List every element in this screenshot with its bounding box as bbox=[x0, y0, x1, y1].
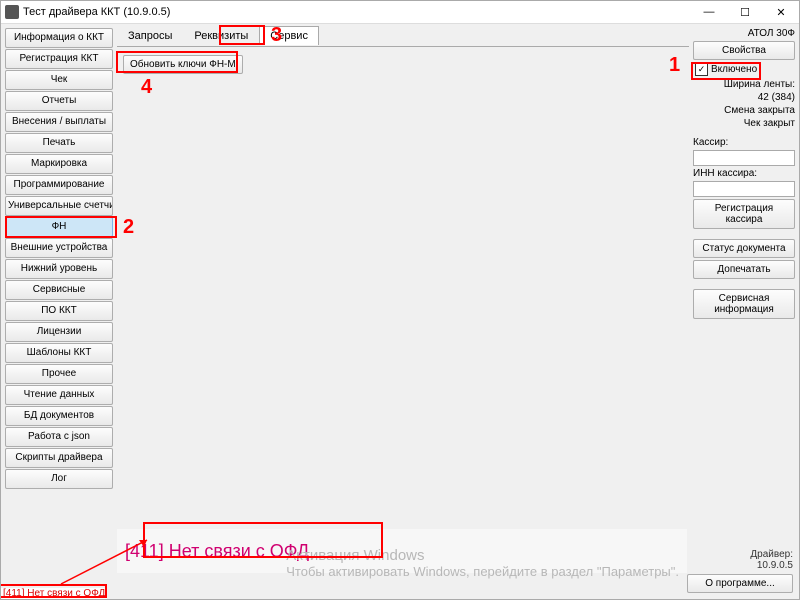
maximize-button[interactable]: ☐ bbox=[727, 1, 763, 23]
center-panel: ЗапросыРеквизитыСервис Обновить ключи ФН… bbox=[117, 24, 689, 599]
sidebar-item-5[interactable]: Печать bbox=[5, 133, 113, 153]
sidebar-item-8[interactable]: Универсальные счетчики bbox=[5, 196, 113, 216]
sidebar-item-13[interactable]: ПО ККТ bbox=[5, 301, 113, 321]
sidebar-item-19[interactable]: Работа с json bbox=[5, 427, 113, 447]
footer-error: [411] Нет связи с ОФД bbox=[1, 588, 107, 599]
sidebar-item-15[interactable]: Шаблоны ККТ bbox=[5, 343, 113, 363]
close-button[interactable]: ✕ bbox=[763, 1, 799, 23]
driver-info: Драйвер: 10.9.0.5 bbox=[750, 549, 793, 571]
device-label: АТОЛ 30Ф bbox=[693, 28, 795, 39]
service-info-button[interactable]: Сервисная информация bbox=[693, 289, 795, 319]
tab-strip: ЗапросыРеквизитыСервис bbox=[117, 26, 319, 45]
right-sidebar: АТОЛ 30Ф Свойства ✓ Включено Ширина лент… bbox=[689, 24, 799, 599]
sidebar-item-20[interactable]: Скрипты драйвера bbox=[5, 448, 113, 468]
status-message: [411] Нет связи с ОФД bbox=[125, 541, 309, 562]
body: Информация о ККТРегистрация ККТЧекОтчеты… bbox=[1, 24, 799, 599]
tab-2[interactable]: Сервис bbox=[259, 26, 319, 45]
tab-0[interactable]: Запросы bbox=[117, 26, 183, 45]
app-window: Тест драйвера ККТ (10.9.0.5) — ☐ ✕ Инфор… bbox=[0, 0, 800, 600]
status-bar: [411] Нет связи с ОФД bbox=[117, 529, 687, 573]
sidebar-item-17[interactable]: Чтение данных bbox=[5, 385, 113, 405]
window-title: Тест драйвера ККТ (10.9.0.5) bbox=[23, 6, 691, 18]
enabled-checkbox-row[interactable]: ✓ Включено bbox=[693, 62, 795, 77]
reprint-button[interactable]: Допечатать bbox=[693, 260, 795, 279]
cashier-label: Кассир: bbox=[693, 137, 795, 148]
tab-1[interactable]: Реквизиты bbox=[183, 26, 259, 45]
sidebar-item-11[interactable]: Нижний уровень bbox=[5, 259, 113, 279]
titlebar: Тест драйвера ККТ (10.9.0.5) — ☐ ✕ bbox=[1, 1, 799, 24]
sidebar-item-3[interactable]: Отчеты bbox=[5, 91, 113, 111]
sidebar-item-9[interactable]: ФН bbox=[5, 217, 113, 237]
enabled-label: Включено bbox=[711, 64, 757, 75]
sidebar-item-0[interactable]: Информация о ККТ bbox=[5, 28, 113, 48]
minimize-button[interactable]: — bbox=[691, 1, 727, 23]
cashier-input[interactable] bbox=[693, 150, 795, 166]
cashier-inn-label: ИНН кассира: bbox=[693, 168, 795, 179]
tab-page-service: Обновить ключи ФН-М bbox=[117, 46, 689, 599]
about-button[interactable]: О программе... bbox=[687, 574, 793, 593]
app-icon bbox=[5, 5, 19, 19]
sidebar-item-16[interactable]: Прочее bbox=[5, 364, 113, 384]
sidebar-item-12[interactable]: Сервисные bbox=[5, 280, 113, 300]
sidebar-item-6[interactable]: Маркировка bbox=[5, 154, 113, 174]
sidebar-item-7[interactable]: Программирование bbox=[5, 175, 113, 195]
enabled-checkbox[interactable]: ✓ bbox=[695, 63, 708, 76]
tape-width-label: Ширина ленты: bbox=[693, 79, 795, 90]
shift-state-label: Смена закрыта bbox=[693, 105, 795, 116]
register-cashier-button[interactable]: Регистрация кассира bbox=[693, 199, 795, 229]
sidebar-item-21[interactable]: Лог bbox=[5, 469, 113, 489]
sidebar-item-18[interactable]: БД документов bbox=[5, 406, 113, 426]
sidebar-item-2[interactable]: Чек bbox=[5, 70, 113, 90]
driver-label: Драйвер: bbox=[750, 549, 793, 560]
cheque-state-label: Чек закрыт bbox=[693, 118, 795, 129]
sidebar-item-14[interactable]: Лицензии bbox=[5, 322, 113, 342]
doc-status-button[interactable]: Статус документа bbox=[693, 239, 795, 258]
tape-width-value: 42 (384) bbox=[693, 92, 795, 103]
sidebar-item-1[interactable]: Регистрация ККТ bbox=[5, 49, 113, 69]
update-fn-keys-button[interactable]: Обновить ключи ФН-М bbox=[123, 55, 243, 74]
left-sidebar: Информация о ККТРегистрация ККТЧекОтчеты… bbox=[1, 24, 117, 599]
sidebar-item-10[interactable]: Внешние устройства bbox=[5, 238, 113, 258]
cashier-inn-input[interactable] bbox=[693, 181, 795, 197]
driver-version: 10.9.0.5 bbox=[750, 560, 793, 571]
properties-button[interactable]: Свойства bbox=[693, 41, 795, 60]
sidebar-item-4[interactable]: Внесения / выплаты bbox=[5, 112, 113, 132]
